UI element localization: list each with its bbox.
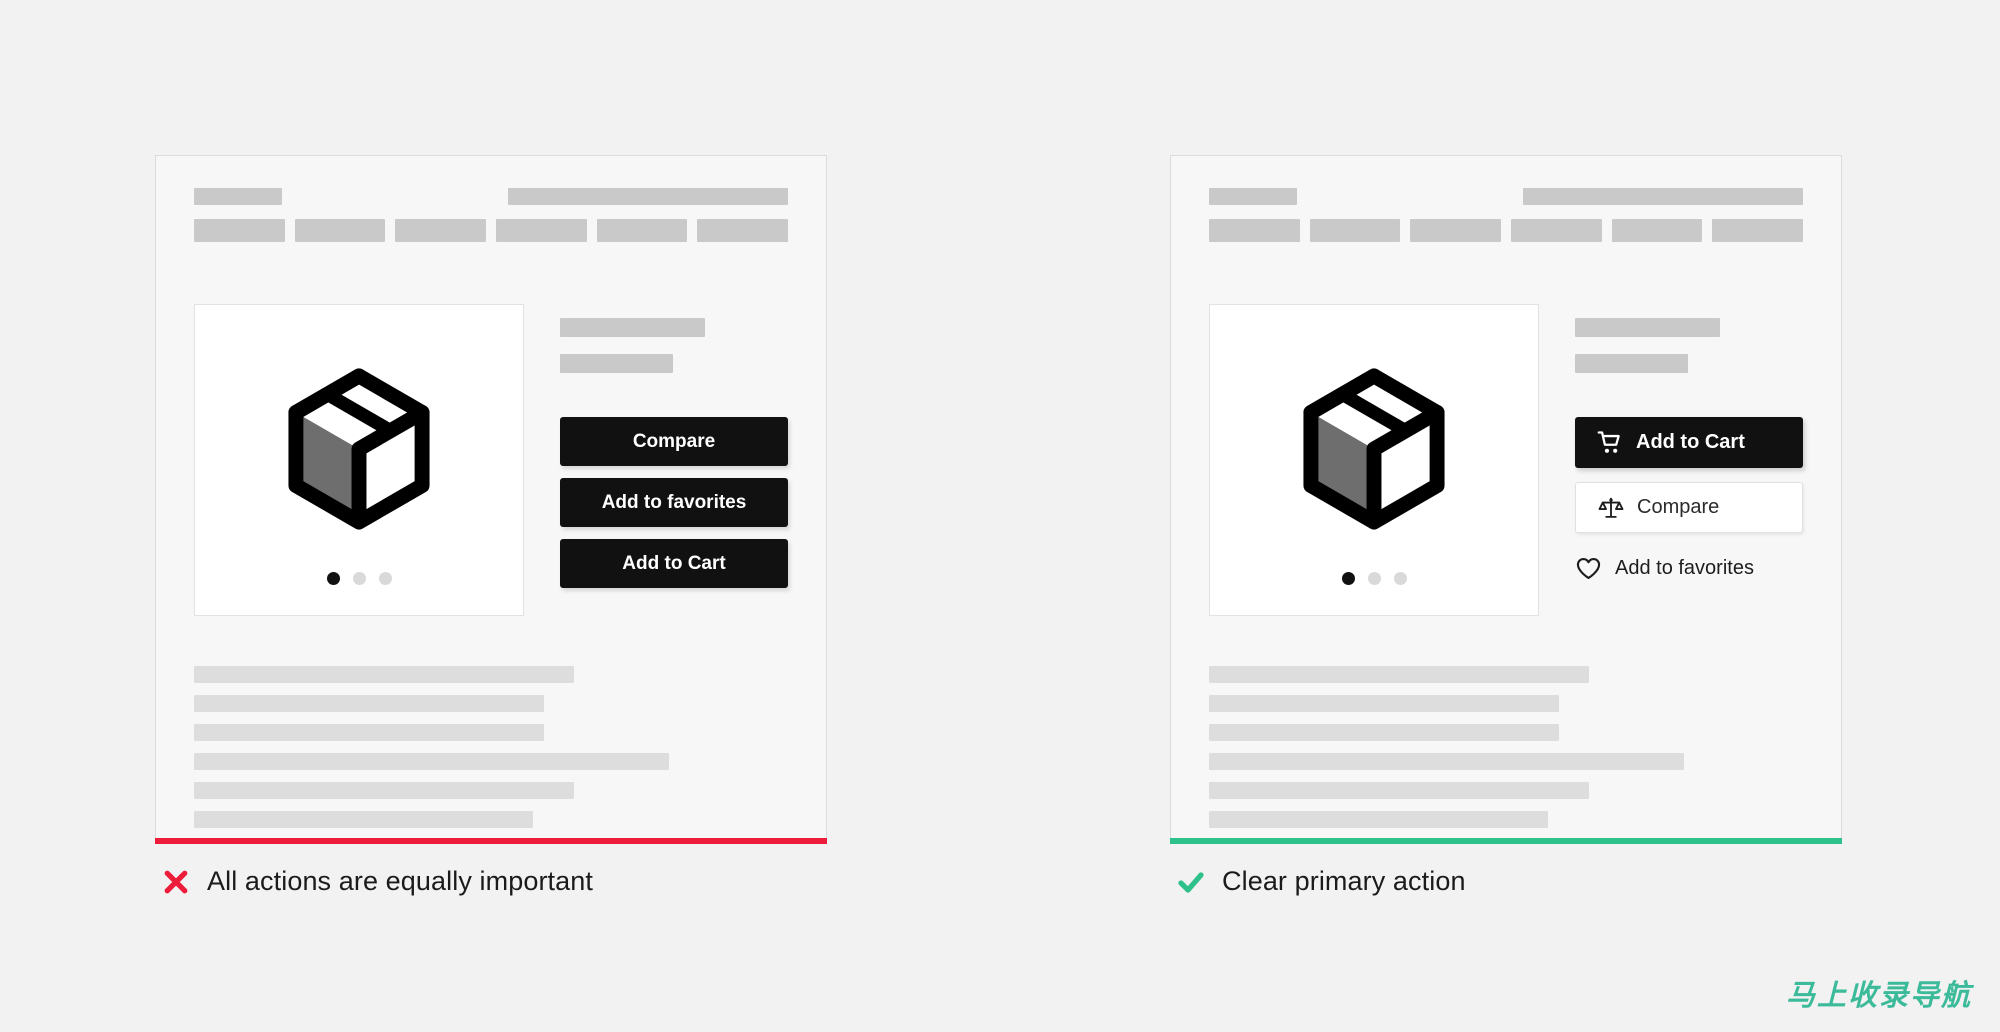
product-gallery-do [1209,304,1539,616]
accent-bar-error [155,838,827,844]
product-info-do: Add to Cart Compare Add to favorites [1575,304,1803,585]
nav-item-placeholder[interactable] [1309,219,1401,242]
compare-button[interactable]: Compare [1575,482,1803,533]
caption-text: All actions are equally important [207,866,593,896]
gallery-dot[interactable] [352,572,366,585]
text-line-placeholder [194,782,575,799]
compare-label: Compare [1637,496,1720,518]
example-dont: Compare Add to favorites Add to Cart All… [155,155,827,897]
nav-item-placeholder[interactable] [1511,219,1602,242]
description-skeleton-do [1209,666,1803,828]
nav-item-placeholder[interactable] [1611,219,1703,242]
description-skeleton-dont [194,666,788,828]
gallery-dot[interactable] [1341,572,1355,585]
gallery-dot[interactable] [326,572,340,585]
text-line-placeholder [194,811,533,828]
text-line-placeholder [1209,695,1560,712]
check-icon [1178,871,1204,893]
text-line-placeholder [194,695,545,712]
nav-item-placeholder[interactable] [596,219,688,242]
add-to-cart-button[interactable]: Add to Cart [1575,417,1803,468]
text-line-placeholder [194,753,670,770]
add-to-cart-button[interactable]: Add to Cart [560,539,788,588]
nav-item-placeholder[interactable] [1712,219,1804,242]
watermark: 马上收录导航 [1785,978,1972,1012]
nav-item-placeholder[interactable] [395,219,487,242]
product-section-do: Add to Cart Compare Add to favorites [1209,304,1803,616]
logo-placeholder [194,188,282,205]
product-title-placeholder [1575,318,1720,337]
site-header-dont [194,188,788,205]
text-line-placeholder [1209,782,1590,799]
heart-outline-icon [1576,557,1601,579]
logo-placeholder [1209,188,1297,205]
search-bar-placeholder[interactable] [1523,188,1803,205]
product-section-dont: Compare Add to favorites Add to Cart [194,304,788,616]
text-line-placeholder [1209,724,1560,741]
nav-item-placeholder[interactable] [496,219,587,242]
box-package-icon [1303,368,1445,530]
site-header-do [1209,188,1803,205]
product-gallery-dont [194,304,524,616]
product-info-dont: Compare Add to favorites Add to Cart [560,304,788,588]
action-stack-do: Add to Cart Compare Add to favorites [1575,417,1803,585]
product-title-placeholder [560,318,705,337]
product-subtitle-placeholder [560,354,673,373]
product-page-card-do: Add to Cart Compare Add to favorites [1170,155,1842,838]
compare-button[interactable]: Compare [560,417,788,466]
product-page-card-dont: Compare Add to favorites Add to Cart [155,155,827,838]
gallery-dot[interactable] [1367,572,1381,585]
example-do: Add to Cart Compare Add to favorites Cle… [1170,155,1842,897]
product-subtitle-placeholder [1575,354,1688,373]
caption-dont: All actions are equally important [155,866,827,897]
add-to-favorites-button[interactable]: Add to favorites [1575,551,1803,585]
caption-do: Clear primary action [1170,866,1842,897]
nav-item-placeholder[interactable] [294,219,386,242]
cross-icon [164,870,188,893]
text-line-placeholder [1209,811,1548,828]
box-package-icon [288,368,430,530]
action-stack-dont: Compare Add to favorites Add to Cart [560,417,788,588]
gallery-dot[interactable] [1393,572,1407,585]
gallery-dot[interactable] [378,572,392,585]
accent-bar-success [1170,838,1842,844]
text-line-placeholder [194,666,575,683]
gallery-dots-dont [195,572,523,585]
text-line-placeholder [1209,753,1685,770]
text-line-placeholder [1209,666,1590,683]
comparison-stage: Compare Add to favorites Add to Cart All… [0,0,2000,1032]
gallery-dots-do [1210,572,1538,585]
add-to-favorites-button[interactable]: Add to favorites [560,478,788,527]
nav-item-placeholder[interactable] [1209,219,1300,242]
caption-text: Clear primary action [1222,866,1466,896]
nav-item-placeholder[interactable] [1410,219,1502,242]
search-bar-placeholder[interactable] [508,188,788,205]
shopping-cart-icon [1597,430,1620,453]
nav-item-placeholder[interactable] [697,219,789,242]
scales-balance-icon [1598,497,1624,518]
site-nav-do [1209,219,1804,242]
add-to-cart-label: Add to Cart [1636,431,1745,453]
text-line-placeholder [194,724,545,741]
nav-item-placeholder[interactable] [194,219,285,242]
add-to-favorites-label: Add to favorites [1615,556,1754,579]
site-nav-dont [194,219,789,242]
